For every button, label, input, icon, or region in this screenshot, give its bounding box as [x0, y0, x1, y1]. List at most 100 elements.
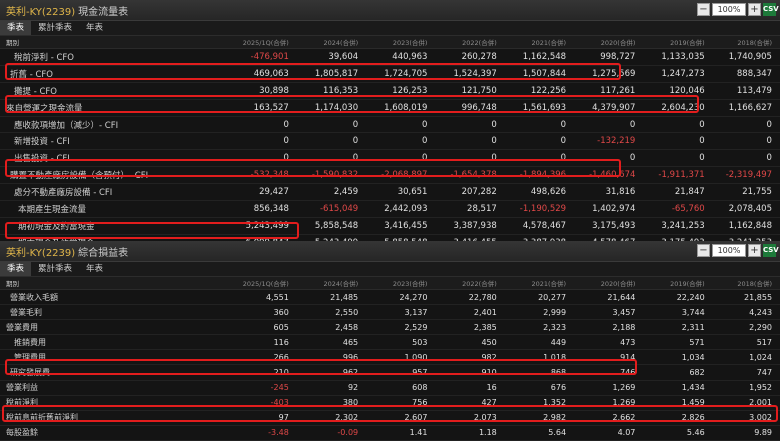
table-cell: 116,353 — [323, 85, 359, 96]
table-cell: 2,323 — [543, 322, 567, 332]
table-cell: 360 — [273, 307, 289, 317]
table-cell: 5,858,548 — [314, 220, 359, 231]
table-cell: 0 — [352, 136, 359, 147]
table-cell: 996 — [342, 352, 359, 362]
period-col: 2020(合併) — [600, 280, 636, 288]
table-row: 來自營運之現金流量 163,527 1,174,030 1,608,019 996,74… — [0, 100, 780, 117]
table-cell: 1,018 — [543, 352, 567, 362]
table-cell: 2,311 — [681, 322, 705, 332]
table-cell: 440,963 — [392, 51, 428, 62]
period-col: 2025/1Q(合併) — [242, 39, 289, 47]
table-row: 研究發展費 210 962 957 910 868 746 682 747 — [0, 365, 780, 381]
table-cell: 0 — [422, 119, 428, 130]
table-cell: 3,744 — [681, 307, 705, 317]
table-cell: 0 — [422, 136, 428, 147]
table-cell: 1,608,019 — [384, 102, 428, 113]
table-cell: 1,174,030 — [314, 102, 359, 113]
zoom-out-icon[interactable]: − — [697, 3, 710, 16]
table-cell: 1,162,848 — [728, 220, 772, 231]
table-cell: 2,982 — [543, 413, 567, 423]
table-cell: -2,319,497 — [725, 170, 773, 181]
table-cell: -2,068,897 — [381, 170, 428, 181]
table-cell: 2,604,230 — [661, 102, 705, 113]
income-header-row: 期別 2025/1Q(合併) 2024(合併) 2023(合併) 2022(合併… — [0, 277, 780, 290]
tab-quarterly[interactable]: 季表 — [0, 21, 32, 35]
zoom-out-icon[interactable]: − — [697, 244, 710, 257]
table-cell: 998,727 — [600, 51, 636, 62]
row-label: 出售投資 - CFI — [14, 154, 70, 165]
period-header: 期別 — [6, 39, 19, 47]
table-cell: 608 — [412, 383, 428, 393]
table-cell: 0 — [699, 119, 705, 130]
period-col: 2022(合併) — [462, 39, 497, 47]
table-cell: -0.09 — [337, 428, 359, 438]
table-row: 營業利益 -245 92 608 16 676 1,269 1,434 1,952 — [0, 381, 780, 396]
table-cell: 682 — [689, 368, 705, 378]
table-cell: 982 — [481, 352, 497, 362]
tab-cumulative[interactable]: 累計季表 — [31, 262, 79, 276]
table-cell: 1,090 — [404, 352, 428, 362]
row-label: 營業利益 — [6, 383, 38, 393]
table-cell: 121,750 — [461, 85, 497, 96]
row-label: 新增投資 - CFI — [14, 137, 70, 148]
table-cell: 856,348 — [253, 203, 289, 214]
excel-export-icon[interactable]: CSV — [763, 244, 779, 257]
excel-export-icon[interactable]: CSV — [763, 3, 779, 16]
row-label: 購置不動產廠房設備（含預付）- CFI — [10, 171, 149, 182]
table-cell: 1,459 — [681, 398, 705, 408]
row-label: 營業毛利 — [10, 307, 42, 317]
tab-cumulative[interactable]: 累計季表 — [31, 21, 79, 35]
table-cell: 0 — [560, 136, 567, 147]
table-cell: -532,348 — [250, 170, 289, 181]
period-col: 2023(合併) — [392, 39, 428, 47]
period-col: 2025/1Q(合併) — [242, 280, 289, 288]
table-cell: 2,401 — [473, 307, 497, 317]
table-cell: 5,243,499 — [245, 220, 289, 231]
tab-annual[interactable]: 年表 — [79, 21, 110, 35]
table-row: 應收款項增加（減少）- CFI 0 0 0 0 0 0 0 0 — [0, 117, 780, 134]
table-cell: 2,302 — [335, 413, 359, 423]
row-label: 本期產生現金流量 — [18, 204, 87, 215]
table-cell: 450 — [481, 337, 497, 347]
row-label: 稅前淨利 — [6, 398, 38, 408]
table-cell: -1,460,674 — [589, 170, 636, 181]
table-cell: 30,898 — [259, 85, 289, 96]
zoom-in-icon[interactable]: + — [748, 244, 761, 257]
table-cell: -476,901 — [250, 51, 289, 62]
zoom-in-icon[interactable]: + — [748, 3, 761, 16]
income-panel: 英利-KY(2239) 綜合損益表 − 100% + CSV 季表 累計季表 年表… — [0, 241, 780, 441]
table-cell: 0 — [766, 136, 772, 147]
row-label: 稅前淨利 - CFO — [14, 52, 74, 63]
row-label: 應收款項增加（減少）- CFI — [14, 120, 119, 131]
tab-quarterly[interactable]: 季表 — [0, 262, 32, 276]
table-cell: -1,190,529 — [519, 203, 567, 214]
table-cell: 21,847 — [674, 187, 705, 198]
table-cell: 1,034 — [681, 352, 705, 362]
cashflow-tabs: 季表 累計季表 年表 — [0, 21, 780, 36]
table-cell: 1,247,273 — [661, 68, 705, 79]
table-row: 折舊 - CFO 469,063 1,805,817 1,724,705 1,524,3… — [0, 66, 780, 83]
row-label: 營業收入毛額 — [10, 292, 58, 302]
tab-annual[interactable]: 年表 — [79, 262, 110, 276]
zoom-level[interactable]: 100% — [712, 244, 746, 257]
table-cell: 756 — [412, 398, 428, 408]
table-cell: 126,253 — [392, 85, 428, 96]
table-cell: 1,352 — [543, 398, 567, 408]
table-cell: -1,590,832 — [311, 170, 359, 181]
table-cell: 3,002 — [749, 413, 773, 423]
period-col: 2022(合併) — [462, 280, 497, 288]
table-cell: 1,024 — [749, 352, 772, 362]
table-cell: -3.48 — [268, 428, 289, 438]
table-cell: 0 — [283, 153, 289, 164]
table-cell: 97 — [278, 413, 289, 423]
table-cell: 1,740,905 — [728, 51, 772, 62]
table-cell: 2,999 — [543, 307, 567, 317]
table-cell: 3,416,455 — [384, 220, 428, 231]
table-cell: 469,063 — [253, 68, 289, 79]
table-cell: 1,162,548 — [522, 51, 567, 62]
table-cell: 210 — [273, 368, 289, 378]
table-cell: 868 — [550, 368, 567, 378]
zoom-level[interactable]: 100% — [712, 3, 746, 16]
table-cell: 0 — [560, 119, 567, 130]
table-cell: 1.41 — [409, 428, 428, 438]
